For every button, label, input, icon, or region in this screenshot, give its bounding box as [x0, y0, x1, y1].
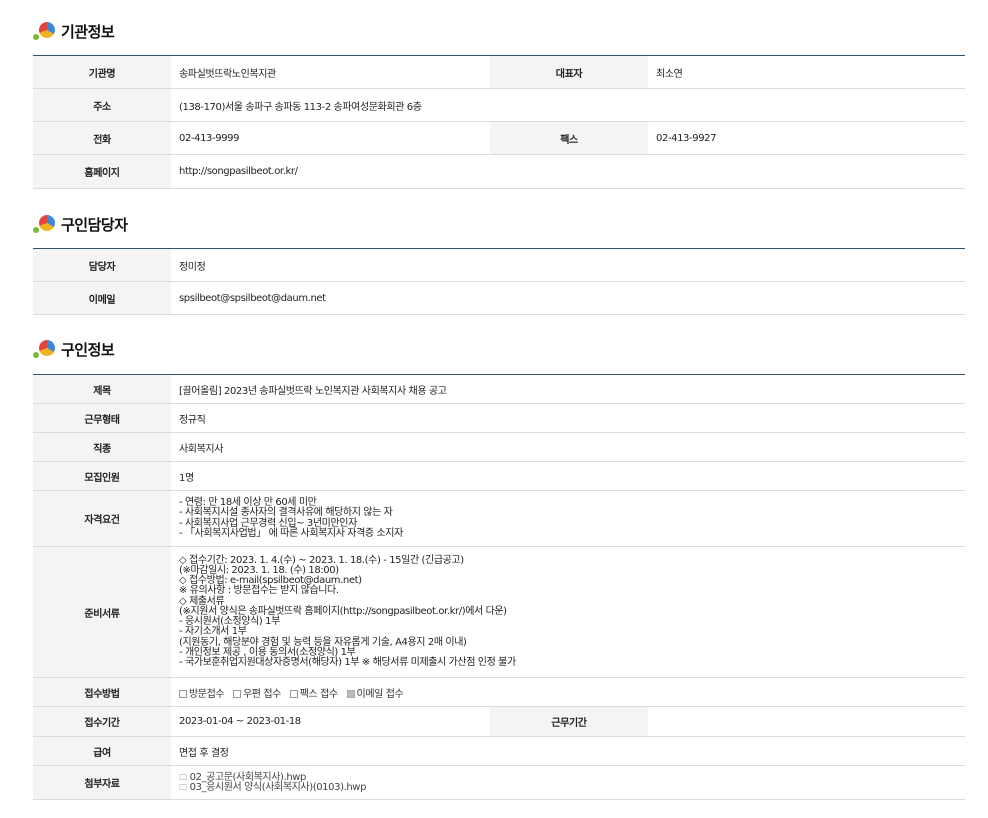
rep-value: 최소연: [648, 55, 965, 89]
job-category-label: 직종: [33, 432, 171, 462]
method-visit[interactable]: 방문접수: [179, 688, 225, 700]
person-label: 담당자: [33, 248, 171, 282]
method-label: 이메일 접수: [356, 688, 404, 700]
email-label: 이메일: [33, 281, 171, 315]
apply-method-label: 접수방법: [33, 677, 171, 707]
table-row: 급여 면접 후 결정: [33, 736, 965, 766]
work-type-label: 근무형태: [33, 403, 171, 433]
contact-table: 담당자 정미정 이메일 spsilbeot@spsilbeot@daum.net: [33, 248, 965, 315]
org-info-table: 기관명 송파실벗뜨락노인복지관 대표자 최소연 주소 (138-170)서울 송…: [33, 55, 965, 189]
headcount-label: 모집인원: [33, 461, 171, 491]
contact-section: 구인담당자 담당자 정미정 이메일 spsilbeot@spsilbeot@da…: [33, 209, 965, 315]
attachment-link[interactable]: 🗀 03_응시원서 양식(사회복지사)(0103).hwp: [179, 781, 965, 793]
documents-value: ◇ 접수기간: 2023. 1. 4.(수) ~ 2023. 1. 18.(수)…: [171, 546, 965, 678]
subject-value: [끌어올림] 2023년 송파실벗뜨락 노인복지관 사회복지사 채용 공고: [171, 374, 965, 404]
table-row: 첨부자료 🗀 02_공고문(사회복지사).hwp 🗀 03_응시원서 양식(사회복지…: [33, 765, 965, 800]
job-category-value: 사회복지사: [171, 432, 965, 462]
documents-label: 준비서류: [33, 546, 171, 678]
attachment-filename: 03_응시원서 양식(사회복지사)(0103).hwp: [189, 781, 367, 793]
method-label: 우편 접수: [242, 688, 281, 700]
table-row: 접수기간 2023-01-04 ~ 2023-01-18 근무기간: [33, 706, 965, 737]
checkbox-checked-icon: [346, 689, 355, 698]
homepage-value: http://songpasilbeot.or.kr/: [171, 154, 965, 189]
table-row: 홈페이지 http://songpasilbeot.or.kr/: [33, 154, 965, 189]
method-email[interactable]: 이메일 접수: [346, 688, 404, 700]
apply-period-label: 접수기간: [33, 706, 171, 737]
address-value: (138-170)서울 송파구 송파동 113-2 송파여성문화회관 6층: [171, 88, 965, 122]
section-bullet-icon: [33, 212, 57, 236]
subject-label: 제목: [33, 374, 171, 404]
org-info-section: 기관정보 기관명 송파실벗뜨락노인복지관 대표자 최소연 주소 (138-170…: [33, 16, 965, 189]
documents-line: - 응시원서(소정양식) 1부: [179, 616, 280, 628]
table-row: 접수방법 방문접수 우편 접수 팩스 접수 이메일 접수: [33, 677, 965, 707]
table-row: 직종 사회복지사: [33, 432, 965, 462]
salary-value: 면접 후 결정: [171, 736, 965, 766]
table-row: 자격요건 - 연령: 만 18세 이상 만 60세 미만 - 사회복지시설 종사…: [33, 490, 965, 547]
documents-line: - 국가보훈취업지원대상자증명서(해당자) 1부 ※ 해당서류 미제출시 가산점…: [179, 656, 516, 668]
job-info-section: 구인정보 제목 [끌어올림] 2023년 송파실벗뜨락 노인복지관 사회복지사 …: [33, 334, 965, 800]
documents-line: ※ 유의사항 : 방문접수는 받지 않습니다.: [179, 585, 339, 597]
section-bullet-icon: [33, 337, 57, 361]
table-row: 제목 [끌어올림] 2023년 송파실벗뜨락 노인복지관 사회복지사 채용 공고: [33, 374, 965, 404]
fax-value: 02-413-9927: [648, 121, 965, 155]
headcount-value: 1명: [171, 461, 965, 491]
table-row: 주소 (138-170)서울 송파구 송파동 113-2 송파여성문화회관 6층: [33, 88, 965, 122]
table-row: 전화 02-413-9999 팩스 02-413-9927: [33, 121, 965, 155]
table-row: 담당자 정미정: [33, 248, 965, 282]
table-row: 근무형태 정규직: [33, 403, 965, 433]
table-row: 모집인원 1명: [33, 461, 965, 491]
method-fax[interactable]: 팩스 접수: [289, 688, 338, 700]
tel-label: 전화: [33, 121, 171, 155]
table-row: 기관명 송파실벗뜨락노인복지관 대표자 최소연: [33, 55, 965, 89]
attachments-label: 첨부자료: [33, 765, 171, 800]
email-value: spsilbeot@spsilbeot@daum.net: [171, 281, 965, 315]
tel-value: 02-413-9999: [171, 121, 490, 155]
section-header: 구인담당자: [33, 209, 965, 239]
documents-line: (※지원서 양식은 송파실벗뜨락 홈페이지(http://songpasilbe…: [179, 605, 507, 617]
qualification-line: - 사회복지시설 종사자의 결격사유에 해당하지 않는 자: [179, 507, 393, 519]
apply-period-value: 2023-01-04 ~ 2023-01-18: [171, 706, 490, 737]
method-post[interactable]: 우편 접수: [232, 688, 281, 700]
section-title: 기관정보: [61, 22, 115, 41]
checkbox-icon: [179, 689, 187, 698]
table-row: 준비서류 ◇ 접수기간: 2023. 1. 4.(수) ~ 2023. 1. 1…: [33, 546, 965, 678]
method-label: 방문접수: [189, 688, 225, 700]
qualification-label: 자격요건: [33, 490, 171, 547]
rep-label: 대표자: [490, 55, 648, 89]
table-row: 이메일 spsilbeot@spsilbeot@daum.net: [33, 281, 965, 315]
work-type-value: 정규직: [171, 403, 965, 433]
person-value: 정미정: [171, 248, 965, 282]
job-info-table: 제목 [끌어올림] 2023년 송파실벗뜨락 노인복지관 사회복지사 채용 공고…: [33, 374, 965, 800]
checkbox-icon: [232, 689, 241, 698]
section-title: 구인정보: [61, 340, 115, 359]
section-title: 구인담당자: [61, 215, 128, 234]
qualification-value: - 연령: 만 18세 이상 만 60세 미만 - 사회복지시설 종사자의 결격…: [171, 490, 965, 547]
section-header: 구인정보: [33, 334, 965, 364]
work-period-label: 근무기간: [490, 706, 648, 737]
fax-label: 팩스: [490, 121, 648, 155]
section-header: 기관정보: [33, 16, 965, 46]
section-bullet-icon: [33, 19, 57, 43]
apply-method-value: 방문접수 우편 접수 팩스 접수 이메일 접수: [171, 677, 965, 707]
file-icon: 🗀: [179, 782, 187, 792]
attachments-value: 🗀 02_공고문(사회복지사).hwp 🗀 03_응시원서 양식(사회복지사)(01…: [171, 765, 965, 800]
salary-label: 급여: [33, 736, 171, 766]
org-name-label: 기관명: [33, 55, 171, 89]
homepage-label: 홈페이지: [33, 154, 171, 189]
work-period-value: [648, 706, 965, 737]
qualification-line: - 「사회복지사업법」 에 따른 사회복지사 자격증 소지자: [179, 527, 403, 539]
checkbox-icon: [289, 689, 298, 698]
documents-line: - 자기소개서 1부: [179, 626, 247, 638]
address-label: 주소: [33, 88, 171, 122]
file-icon: 🗀: [179, 772, 187, 782]
method-label: 팩스 접수: [299, 688, 338, 700]
org-name-value: 송파실벗뜨락노인복지관: [171, 55, 490, 89]
